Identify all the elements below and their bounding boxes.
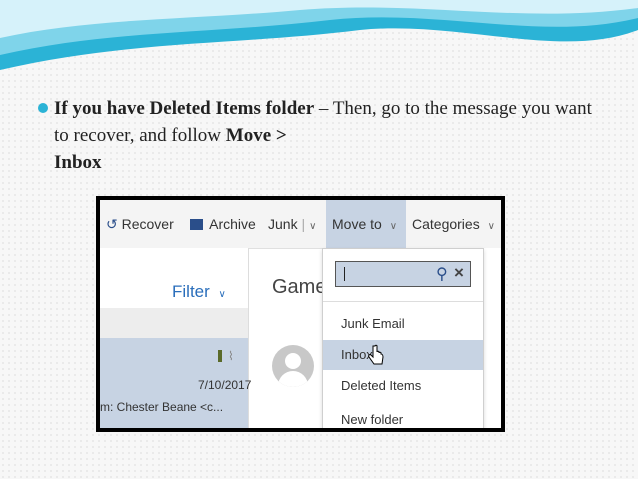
archive-button[interactable]: Archive <box>190 216 256 232</box>
menu-item-inbox[interactable]: Inbox <box>323 340 483 370</box>
outlook-window: ↺ Recover Archive Junk | ∨ Move to ∨ Cate… <box>100 200 501 428</box>
move-to-label: Move to <box>332 216 382 232</box>
screenshot-frame: ↺ Recover Archive Junk | ∨ Move to ∨ Cate… <box>96 196 505 432</box>
filter-button[interactable]: Filter ∨ <box>172 282 226 302</box>
bullet-lead: If you have Deleted Items folder <box>54 98 315 119</box>
chevron-down-icon: ∨ <box>389 221 398 232</box>
message-list: Filter ∨ ⌇ 7/10/2017 m: Chester Beane <c… <box>100 248 252 428</box>
bullet-icon <box>38 103 48 113</box>
attachment-icon: ⌇ <box>228 349 234 363</box>
folder-search-input[interactable]: ⚲ × <box>335 261 471 287</box>
header-swoosh <box>0 0 638 70</box>
categories-label: Categories <box>412 216 480 232</box>
recover-button[interactable]: ↺ Recover <box>106 216 174 233</box>
recover-label: Recover <box>121 216 174 232</box>
message-subject: Game <box>272 276 327 298</box>
search-icon[interactable]: ⚲ <box>436 264 448 284</box>
undo-icon: ↺ <box>106 216 118 232</box>
message-sender: m: Chester Beane <c... <box>100 400 224 414</box>
categories-button[interactable]: Categories ∨ <box>412 216 495 232</box>
right-pane-edge <box>483 248 501 428</box>
archive-label: Archive <box>209 216 256 232</box>
text-caret <box>344 267 345 281</box>
menu-item-junk-email[interactable]: Junk Email <box>323 309 483 339</box>
divider <box>323 301 483 302</box>
chevron-down-icon: ∨ <box>487 221 495 232</box>
archive-icon <box>190 219 203 230</box>
message-date: 7/10/2017 <box>198 378 252 392</box>
move-to-dropdown: ⚲ × Junk Email Inbox Deleted Items New f… <box>322 248 484 428</box>
menu-item-deleted-items[interactable]: Deleted Items <box>323 371 483 401</box>
bullet-inbox: Inbox <box>54 152 102 173</box>
junk-label: Junk <box>268 216 298 232</box>
chevron-down-icon: ∨ <box>309 221 317 232</box>
close-icon[interactable]: × <box>454 263 464 283</box>
chevron-down-icon: ∨ <box>218 289 226 300</box>
avatar <box>272 345 314 387</box>
toolbar: ↺ Recover Archive Junk | ∨ Move to ∨ Cate… <box>100 200 501 249</box>
bullet-paragraph: If you have Deleted Items folder – Then,… <box>38 95 598 176</box>
filter-label: Filter <box>172 282 210 301</box>
junk-button[interactable]: Junk | ∨ <box>268 216 316 232</box>
menu-item-new-folder[interactable]: New folder <box>323 405 483 428</box>
list-header-band <box>100 308 248 338</box>
bullet-move: Move > <box>225 125 287 146</box>
hand-cursor-icon <box>368 344 384 365</box>
move-to-button[interactable]: Move to ∨ <box>332 216 397 232</box>
flag-icon <box>218 350 222 362</box>
list-item[interactable]: ⌇ 7/10/2017 m: Chester Beane <c... <box>100 338 252 428</box>
